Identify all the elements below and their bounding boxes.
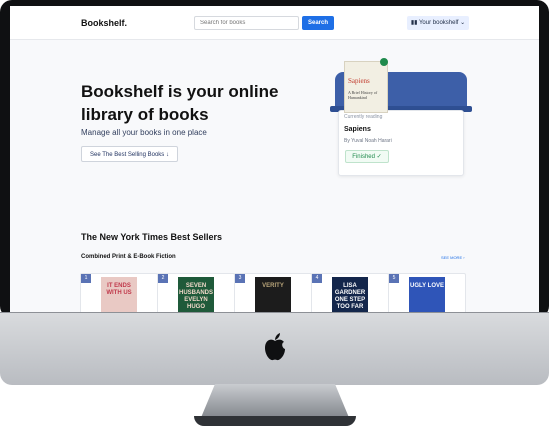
rank-badge: 5	[389, 274, 399, 283]
see-more-label: SEE MORE	[441, 255, 463, 260]
list-title: Combined Print & E-Book Fiction	[81, 254, 176, 260]
book-cover-1: IT ENDS WITH US	[101, 277, 137, 312]
best-selling-button[interactable]: See The Best Selling Books ↓	[81, 146, 178, 162]
see-more-link[interactable]: SEE MORE ›	[441, 255, 465, 260]
currently-reading-cover[interactable]: Sapiens A Brief History of Humankind	[344, 61, 388, 113]
check-icon: ✓	[374, 154, 382, 160]
book-cover-2: SEVEN HUSBANDS EVELYN HUGO	[178, 277, 214, 312]
monitor-foot	[194, 416, 356, 426]
site-logo[interactable]: Bookshelf.	[81, 18, 127, 28]
rank-badge: 3	[235, 274, 245, 283]
cover-text: SEVEN HUSBANDS EVELYN HUGO	[178, 283, 213, 310]
library-icon: ▮▮	[410, 20, 419, 26]
book-card[interactable]: 4 LISA GARDNER ONE STEP TOO FAR	[311, 273, 389, 312]
arrow-down-icon: ↓	[164, 152, 169, 158]
screen: Bookshelf. Search ▮▮ Your bookshelf ⌄ Bo…	[10, 6, 539, 312]
cover-subtitle: A Brief History of Humankind	[348, 90, 378, 100]
currently-reading-label: Currently reading	[344, 114, 383, 120]
chevron-right-icon: ›	[462, 255, 465, 260]
top-navbar: Bookshelf. Search ▮▮ Your bookshelf ⌄	[10, 6, 539, 40]
cover-text: LISA GARDNER ONE STEP TOO FAR	[334, 283, 366, 310]
currently-reading-title: Sapiens	[344, 126, 371, 133]
book-card[interactable]: 2 SEVEN HUSBANDS EVELYN HUGO	[157, 273, 235, 312]
book-cover-3: VERITY	[255, 277, 291, 312]
book-cover-5: UGLY LOVE	[409, 277, 445, 312]
book-card[interactable]: 3 VERITY	[234, 273, 312, 312]
your-bookshelf-dropdown[interactable]: ▮▮ Your bookshelf ⌄	[407, 16, 469, 30]
search-button[interactable]: Search	[302, 16, 334, 30]
book-cover-4: LISA GARDNER ONE STEP TOO FAR	[332, 277, 368, 312]
currently-reading-author: By Yuval Noah Harari	[344, 138, 392, 144]
rank-badge: 1	[81, 274, 91, 283]
section-title: The New York Times Best Sellers	[81, 232, 223, 242]
apple-logo-icon	[265, 333, 285, 361]
cover-text: IT ENDS WITH US	[106, 283, 132, 296]
account-label: Your bookshelf	[418, 20, 459, 26]
finished-label: Finished	[352, 154, 375, 160]
cover-text: VERITY	[262, 283, 284, 289]
search-input[interactable]	[194, 16, 299, 30]
monitor-stand	[200, 384, 350, 420]
book-card[interactable]: 1 IT ENDS WITH US	[80, 273, 158, 312]
rank-badge: 2	[158, 274, 168, 283]
chevron-down-icon: ⌄	[458, 20, 466, 26]
cta-label: See The Best Selling Books	[90, 152, 165, 158]
cover-title: Sapiens	[348, 77, 370, 85]
book-card[interactable]: 5 UGLY LOVE	[388, 273, 466, 312]
cover-text: UGLY LOVE	[409, 283, 444, 289]
hero-subtitle: Manage all your books in one place	[81, 128, 207, 137]
plus-icon	[380, 58, 388, 66]
rank-badge: 4	[312, 274, 322, 283]
finished-button[interactable]: Finished ✓	[345, 150, 389, 163]
hero-title: Bookshelf is your online library of book…	[81, 82, 279, 124]
